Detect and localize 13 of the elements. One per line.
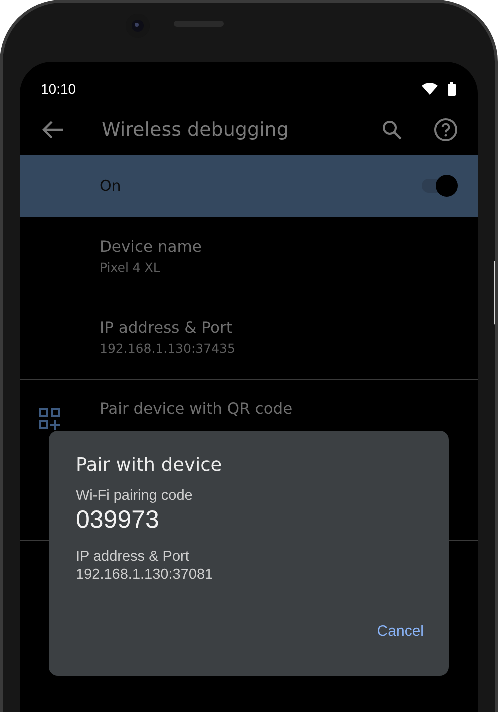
preference-title: Device name [100, 238, 203, 256]
preference-summary: 192.168.1.130:37435 [100, 341, 236, 356]
field-label: IP address & Port [76, 549, 190, 565]
preference-title: Pair device with QR code [100, 400, 294, 418]
switch-label: On [100, 177, 122, 195]
preference-summary: Pixel 4 XL [100, 260, 162, 275]
status-time: 10:10 [41, 81, 76, 97]
field-value: 192.168.1.130:37081 [76, 567, 214, 583]
preference-title: IP address & Port [100, 319, 234, 337]
screen-title: Wireless debugging [102, 118, 289, 140]
dialog-title: Pair with device [76, 455, 222, 476]
field-label: Wi-Fi pairing code [76, 488, 193, 504]
pairing-code: 039973 [76, 506, 160, 535]
